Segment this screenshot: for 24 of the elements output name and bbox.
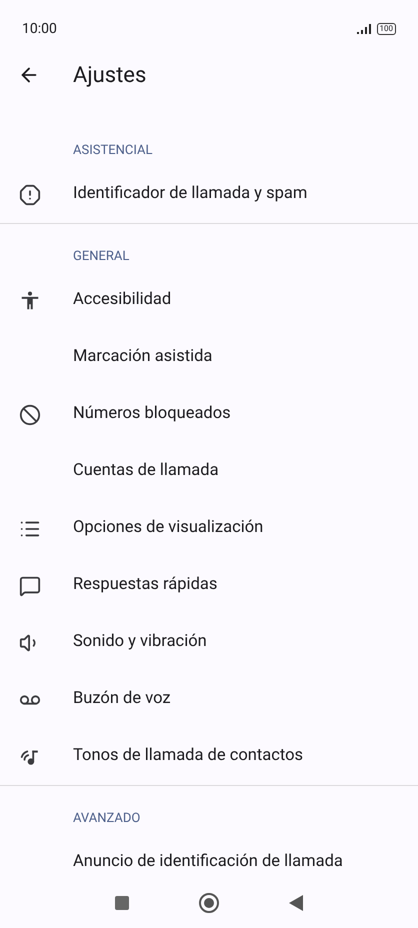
status-time: 10:00: [22, 20, 57, 38]
page-title: Ajustes: [73, 62, 146, 90]
block-icon: [19, 404, 41, 426]
settings-item[interactable]: Números bloqueados: [0, 386, 418, 443]
section-header: AVANZADO: [73, 810, 140, 828]
settings-item[interactable]: Identificador de llamada y spam: [0, 166, 418, 223]
signal-icon: [356, 24, 372, 34]
alert-icon: [19, 184, 41, 206]
settings-item[interactable]: Anuncio de identificación de llamada: [0, 834, 418, 891]
settings-item[interactable]: Tonos de llamada de contactos: [0, 728, 418, 785]
section-header: GENERAL: [73, 248, 130, 266]
settings-item[interactable]: Cuentas de llamada: [0, 443, 418, 500]
settings-item[interactable]: Accesibilidad: [0, 272, 418, 329]
battery-indicator: 100: [376, 23, 396, 35]
settings-item[interactable]: Opciones de visualización: [0, 500, 418, 557]
accessibility-icon: [19, 290, 41, 312]
settings-item[interactable]: Sonido y vibración: [0, 614, 418, 671]
settings-item[interactable]: Respuestas rápidas: [0, 557, 418, 614]
message-icon: [19, 574, 41, 596]
back-nav-icon[interactable]: [289, 895, 303, 911]
settings-item[interactable]: Marcación asistida: [0, 329, 418, 386]
home-button[interactable]: [199, 893, 219, 913]
section-header: ASISTENCIAL: [73, 142, 152, 160]
settings-item[interactable]: Buzón de voz: [0, 671, 418, 728]
